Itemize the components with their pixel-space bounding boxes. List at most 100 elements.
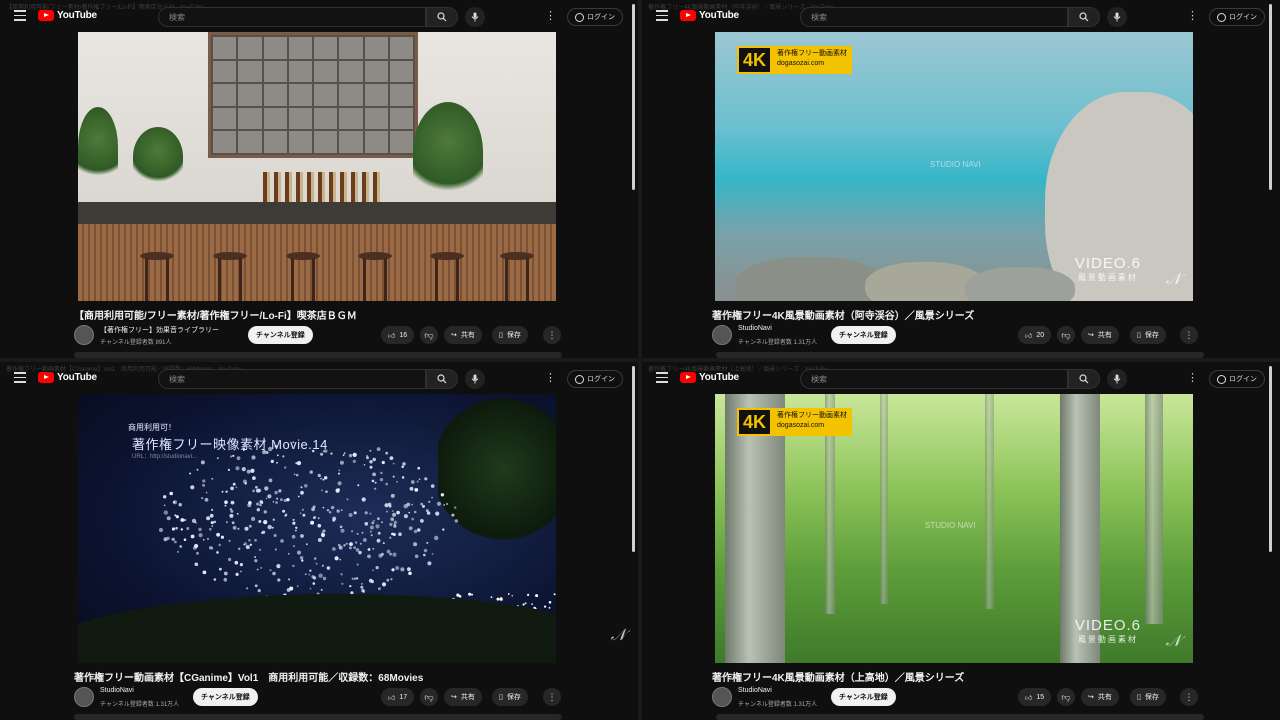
channel-avatar[interactable] [712, 325, 732, 345]
like-button[interactable]: 👍︎ 20 [1018, 326, 1052, 344]
sparkle [274, 490, 278, 495]
hamburger-menu-icon[interactable] [656, 10, 668, 22]
horizontal-scrollbar[interactable] [716, 352, 1204, 358]
login-button[interactable]: ログイン [567, 8, 623, 26]
subscribe-button[interactable]: チャンネル登録 [831, 326, 896, 344]
sparkle [436, 501, 442, 506]
video-player[interactable]: 4K 著作権フリー動画素材 dogasozai.com STUDIO NAVI V… [715, 32, 1193, 301]
horizontal-scrollbar[interactable] [716, 714, 1204, 720]
dislike-button[interactable]: 👎︎ [420, 688, 438, 706]
sparkle [416, 480, 419, 483]
voice-search-button[interactable] [465, 7, 485, 27]
channel-avatar[interactable] [74, 325, 94, 345]
sparkle [382, 542, 385, 545]
subscribe-button[interactable]: チャンネル登録 [193, 688, 258, 706]
sparkle [372, 547, 375, 550]
sparkle [353, 511, 357, 515]
scrollbar[interactable] [632, 366, 635, 552]
search-input[interactable]: 検索 [158, 7, 426, 27]
scrollbar[interactable] [632, 4, 635, 190]
subscribe-button[interactable]: チャンネル登録 [248, 326, 313, 344]
sparkle [320, 452, 324, 456]
channel-name[interactable]: StudioNavi [100, 687, 134, 694]
search-button[interactable] [426, 369, 458, 389]
sparkle [171, 527, 176, 531]
like-button[interactable]: 👍︎ 17 [381, 688, 415, 706]
sparkle [335, 488, 340, 493]
video-category: 風景動画素材 [1077, 273, 1138, 282]
share-button[interactable]: ↪ 共有 [444, 326, 482, 344]
youtube-logo[interactable]: YouTube [38, 372, 97, 383]
search-button[interactable] [426, 7, 458, 27]
more-options-icon[interactable]: ⋮ [1187, 371, 1198, 384]
more-options-icon[interactable]: ⋮ [545, 371, 556, 384]
dislike-button[interactable]: 👎︎ [420, 326, 438, 344]
sparkle [276, 454, 279, 457]
share-button[interactable]: ↪ 共有 [1081, 326, 1119, 344]
more-actions-button[interactable]: ⋮ [543, 326, 561, 344]
login-button[interactable]: ログイン [1209, 8, 1265, 26]
hamburger-menu-icon[interactable] [656, 372, 668, 384]
share-button[interactable]: ↪ 共有 [444, 688, 482, 706]
more-actions-button[interactable]: ⋮ [1180, 688, 1198, 706]
sparkle [254, 556, 256, 558]
scrollbar[interactable] [1269, 366, 1272, 552]
search-input[interactable]: 検索 [800, 369, 1068, 389]
save-button[interactable]: ▯ 保存 [1130, 688, 1166, 706]
save-button[interactable]: ▯ 保存 [492, 688, 528, 706]
boulder [965, 267, 1075, 301]
sparkle [395, 566, 400, 570]
channel-avatar[interactable] [74, 687, 94, 707]
hamburger-menu-icon[interactable] [14, 10, 26, 22]
like-button[interactable]: 👍︎ 15 [1018, 688, 1052, 706]
login-button[interactable]: ログイン [1209, 370, 1265, 388]
sparkle [207, 538, 209, 540]
more-options-icon[interactable]: ⋮ [545, 9, 556, 22]
save-button[interactable]: ▯ 保存 [1130, 326, 1166, 344]
sparkle [180, 518, 185, 522]
hamburger-menu-icon[interactable] [14, 372, 26, 384]
channel-name[interactable]: StudioNavi [738, 325, 772, 332]
youtube-logo[interactable]: YouTube [680, 372, 739, 383]
save-button[interactable]: ▯ 保存 [492, 326, 528, 344]
video-player[interactable]: 4K 著作権フリー動画素材 dogasozai.com STUDIO NAVI V… [715, 394, 1193, 663]
channel-name[interactable]: 【著作権フリー】効果音ライブラリー [100, 325, 219, 335]
video-player[interactable] [78, 32, 556, 301]
more-actions-button[interactable]: ⋮ [1180, 326, 1198, 344]
youtube-logo[interactable]: YouTube [680, 10, 739, 21]
dislike-button[interactable]: 👎︎ [1057, 688, 1075, 706]
horizontal-scrollbar[interactable] [74, 352, 562, 358]
channel-name[interactable]: StudioNavi [738, 687, 772, 694]
voice-search-button[interactable] [1107, 369, 1127, 389]
youtube-logo[interactable]: YouTube [38, 10, 97, 21]
search-input[interactable]: 検索 [158, 369, 426, 389]
subscribe-button[interactable]: チャンネル登録 [831, 688, 896, 706]
login-button[interactable]: ログイン [567, 370, 623, 388]
more-actions-button[interactable]: ⋮ [543, 688, 561, 706]
search-button[interactable] [1068, 369, 1100, 389]
voice-search-button[interactable] [1107, 7, 1127, 27]
sparkle [372, 569, 374, 572]
like-button[interactable]: 👍︎ 16 [381, 326, 415, 344]
sparkle [228, 539, 231, 542]
voice-search-button[interactable] [465, 369, 485, 389]
search-button[interactable] [1068, 7, 1100, 27]
sparkle [369, 449, 372, 452]
scrollbar[interactable] [1269, 4, 1272, 190]
sparkle [348, 453, 353, 458]
sparkle [297, 495, 300, 498]
sparkle [321, 564, 324, 567]
share-button[interactable]: ↪ 共有 [1081, 688, 1119, 706]
sparkle [341, 582, 344, 585]
sparkle [296, 461, 302, 466]
sparkle [349, 585, 352, 588]
dislike-button[interactable]: 👎︎ [1057, 326, 1075, 344]
sparkle [202, 479, 206, 483]
video-player[interactable]: 商用利用可！ 著作権フリー映像素材 Movie.14 URL：http://st… [78, 394, 556, 663]
horizontal-scrollbar[interactable] [74, 714, 562, 720]
channel-avatar[interactable] [712, 687, 732, 707]
sparkle [369, 530, 372, 533]
more-options-icon[interactable]: ⋮ [1187, 9, 1198, 22]
sparkle [216, 551, 219, 554]
search-input[interactable]: 検索 [800, 7, 1068, 27]
